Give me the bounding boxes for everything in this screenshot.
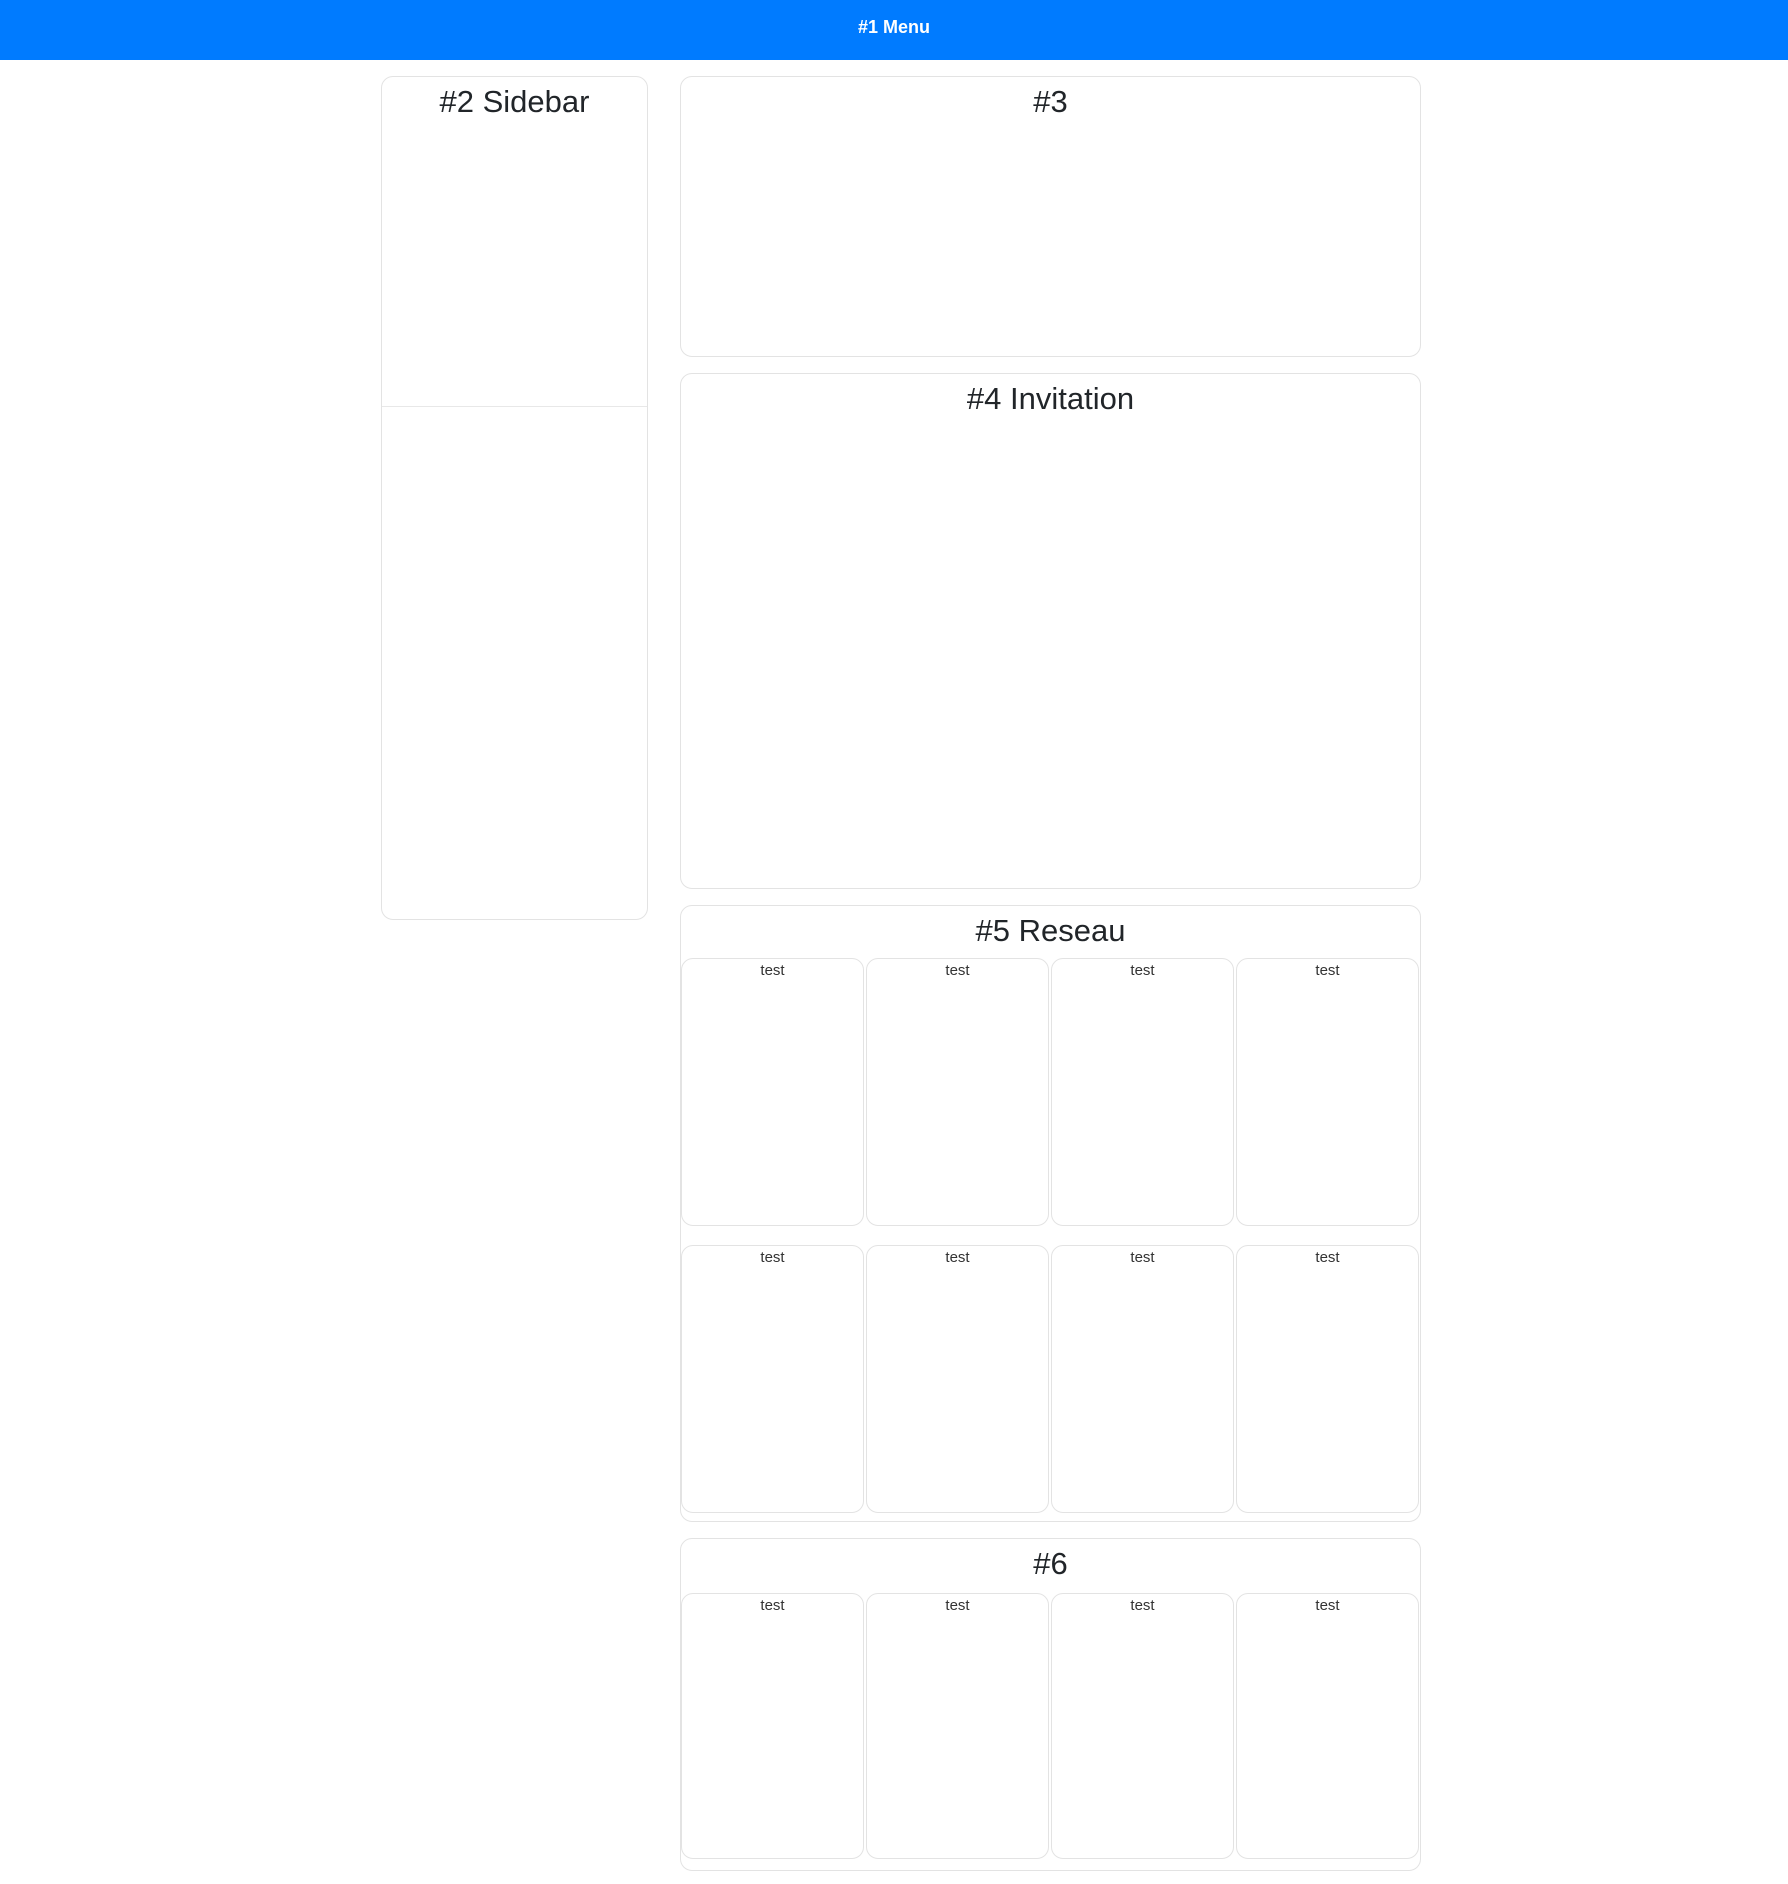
card-label: test bbox=[760, 962, 785, 979]
section-6-title: #6 bbox=[1033, 1546, 1068, 1581]
reseau-card[interactable]: test bbox=[681, 958, 864, 1226]
card-label: test bbox=[1315, 1249, 1340, 1266]
section-3-title: #3 bbox=[1033, 84, 1068, 119]
sidebar-title: #2 Sidebar bbox=[439, 84, 590, 119]
reseau-card[interactable]: test bbox=[1236, 1245, 1419, 1513]
card-label: test bbox=[945, 1597, 970, 1614]
section-6-card[interactable]: test bbox=[681, 1593, 864, 1859]
reseau-card[interactable]: test bbox=[681, 1245, 864, 1513]
menu-label[interactable]: #1 Menu bbox=[858, 17, 930, 37]
card-label: test bbox=[1315, 962, 1340, 979]
reseau-card[interactable]: test bbox=[1236, 958, 1419, 1226]
card-label: test bbox=[760, 1249, 785, 1266]
sidebar-divider bbox=[382, 406, 647, 407]
card-label: test bbox=[1315, 1597, 1340, 1614]
section-6-card[interactable]: test bbox=[866, 1593, 1049, 1859]
section-3: #3 bbox=[680, 76, 1421, 357]
section-6-card[interactable]: test bbox=[1051, 1593, 1234, 1859]
reseau-card[interactable]: test bbox=[1051, 1245, 1234, 1513]
card-label: test bbox=[945, 1249, 970, 1266]
reseau-card[interactable]: test bbox=[866, 958, 1049, 1226]
reseau-title: #5 Reseau bbox=[975, 913, 1126, 948]
card-label: test bbox=[1130, 962, 1155, 979]
invitation-section: #4 Invitation bbox=[680, 373, 1421, 889]
card-label: test bbox=[945, 962, 970, 979]
card-label: test bbox=[1130, 1249, 1155, 1266]
invitation-title: #4 Invitation bbox=[966, 381, 1135, 416]
top-menu-bar[interactable]: #1 Menu bbox=[0, 0, 1788, 60]
card-label: test bbox=[760, 1597, 785, 1614]
section-6-card[interactable]: test bbox=[1236, 1593, 1419, 1859]
card-label: test bbox=[1130, 1597, 1155, 1614]
reseau-card[interactable]: test bbox=[866, 1245, 1049, 1513]
reseau-card[interactable]: test bbox=[1051, 958, 1234, 1226]
sidebar: #2 Sidebar bbox=[381, 76, 648, 920]
